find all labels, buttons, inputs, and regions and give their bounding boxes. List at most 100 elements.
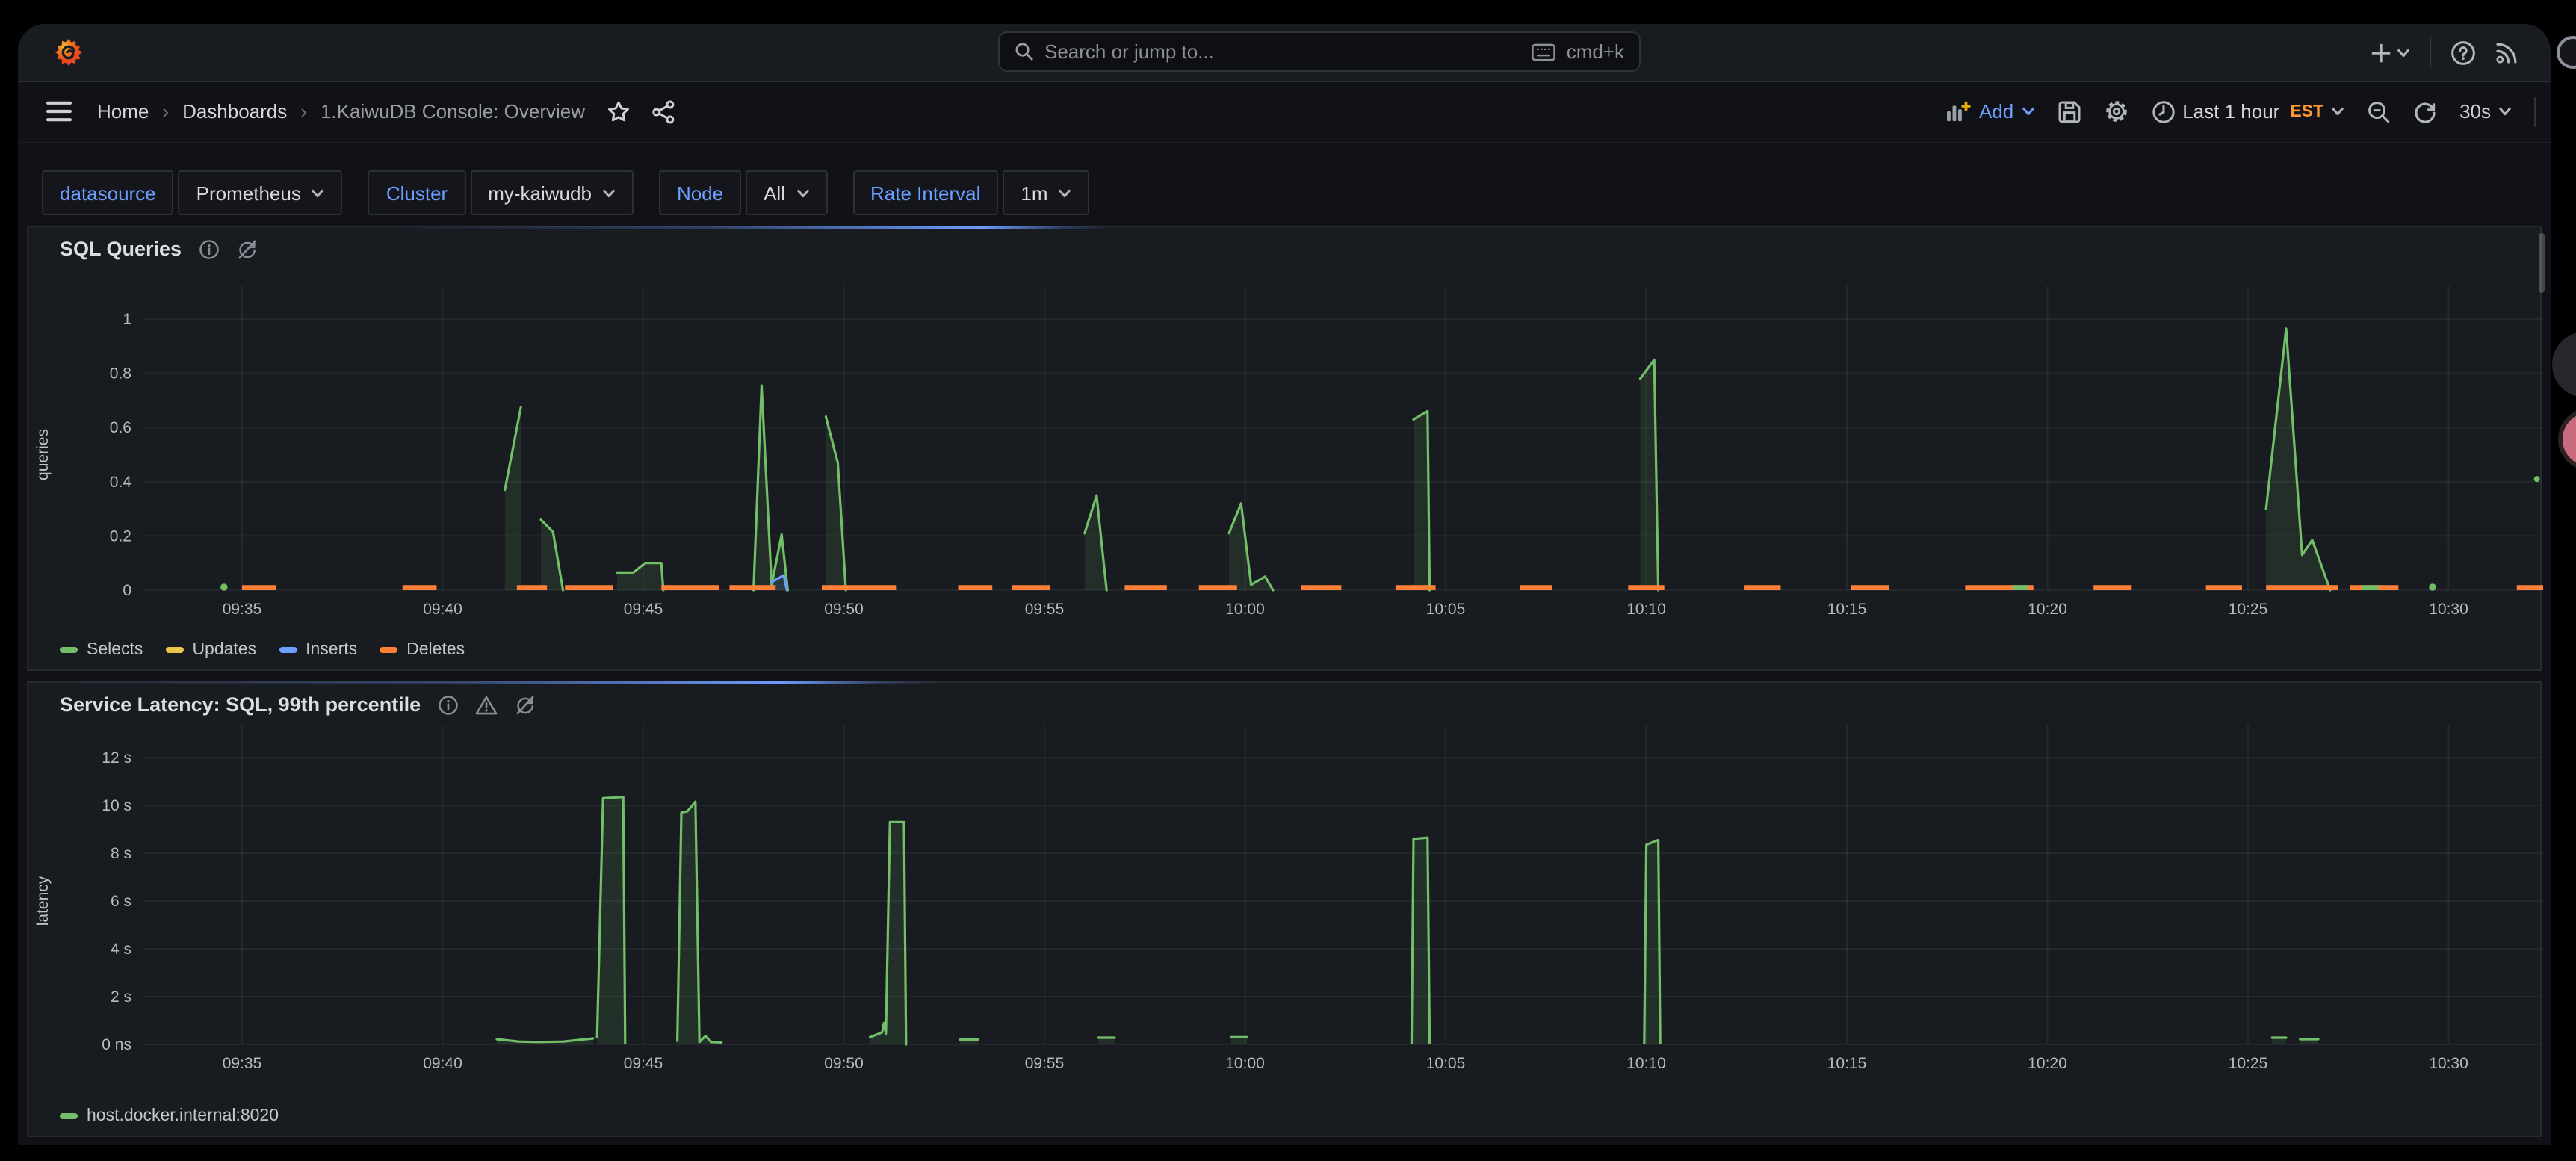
breadcrumb-home[interactable]: Home <box>97 100 149 123</box>
variable-cluster: Cluster my-kaiwudb <box>368 170 634 215</box>
x-tick-label: 10:10 <box>1626 1055 1666 1072</box>
x-tick-label: 09:35 <box>223 601 262 618</box>
hamburger-icon <box>46 101 72 122</box>
legend-color-pill <box>380 647 398 653</box>
time-range-picker[interactable]: Last 1 hour EST <box>2151 99 2344 123</box>
legend-color-pill <box>279 647 297 653</box>
legend-label: Selects <box>87 641 143 659</box>
grafana-logo-icon[interactable] <box>54 37 84 67</box>
warning-triangle-icon[interactable] <box>474 694 497 715</box>
legend-label: Updates <box>192 641 257 659</box>
x-tick-label: 10:30 <box>2429 601 2468 618</box>
series-point <box>220 583 228 591</box>
page-scrollbar-thumb[interactable] <box>2539 233 2545 293</box>
chevron-down-icon <box>2397 48 2409 57</box>
y-tick-label: 2 s <box>111 988 131 1006</box>
floating-button-cutoff[interactable] <box>2552 332 2576 397</box>
legend-color-pill <box>60 647 78 653</box>
variable-node: Node All <box>658 170 827 215</box>
series-point <box>2533 476 2540 483</box>
favorite-dashboard-button[interactable] <box>606 99 630 123</box>
refresh-off-icon[interactable] <box>235 238 258 259</box>
x-tick-label: 10:25 <box>2229 1055 2268 1072</box>
y-axis-label: queries <box>34 429 52 480</box>
x-tick-label: 10:25 <box>2229 601 2268 618</box>
y-tick-label: 12 s <box>102 749 131 767</box>
y-tick-label: 0 <box>123 582 131 599</box>
y-tick-label: 0.8 <box>110 365 131 383</box>
service-latency-chart[interactable]: 0 ns 2 s 4 s 6 s 8 s 10 s 12 s 09:35 09:40 09:45 0… <box>28 683 2543 1139</box>
sql-queries-chart[interactable]: 0 0.2 0.4 0.6 0.8 1 09:35 09:40 09:45 09:50 09:55 1… <box>28 227 2543 672</box>
dashboard-actions: Add Last 1 hour EST 30s <box>1946 96 2536 126</box>
variable-value-dropdown[interactable]: 1m <box>1003 170 1090 215</box>
x-tick-label: 10:00 <box>1225 601 1265 618</box>
new-button[interactable] <box>2370 41 2410 64</box>
search-input[interactable]: Search or jump to... cmd+k <box>998 31 1641 72</box>
news-rss-button[interactable] <box>2495 40 2519 64</box>
variable-label: Cluster <box>386 182 448 204</box>
variable-value-dropdown[interactable]: my-kaiwudb <box>470 170 634 215</box>
legend-color-pill <box>165 647 184 653</box>
breadcrumb-separator: › <box>162 100 170 123</box>
panel-legend: host.docker.internal:8020 <box>60 1107 279 1125</box>
topbar-right-actions <box>2370 24 2519 81</box>
panel-header[interactable]: Service Latency: SQL, 99th percentile <box>60 693 536 716</box>
search-placeholder: Search or jump to... <box>1044 40 1214 63</box>
dashboard-settings-button[interactable] <box>2103 99 2128 124</box>
floating-pink-button-cutoff[interactable] <box>2558 408 2576 471</box>
breadcrumb-dashboards[interactable]: Dashboards <box>182 100 287 123</box>
legend-item[interactable]: Selects <box>60 641 143 659</box>
share-dashboard-button[interactable] <box>651 99 675 123</box>
x-tick-label: 09:55 <box>1025 601 1065 618</box>
dashboard-header-row: Home › Dashboards › 1.KaiwuDB Console: O… <box>18 81 2551 143</box>
info-circle-icon[interactable] <box>437 694 458 715</box>
x-tick-label: 10:00 <box>1225 1055 1265 1072</box>
zoom-out-time-button[interactable] <box>2367 99 2391 123</box>
keyboard-icon <box>1532 43 1556 61</box>
x-tick-label: 09:55 <box>1025 1055 1065 1072</box>
help-button[interactable] <box>2450 40 2476 65</box>
refresh-off-icon[interactable] <box>513 694 536 715</box>
breadcrumb-separator: › <box>300 100 307 123</box>
info-circle-icon[interactable] <box>198 238 219 259</box>
user-avatar-cutoff[interactable] <box>2557 36 2576 69</box>
panel-header[interactable]: SQL Queries <box>60 238 258 260</box>
top-nav-bar: Search or jump to... cmd+k <box>18 24 2551 82</box>
series-area <box>504 407 521 590</box>
legend-item[interactable]: Updates <box>165 641 256 659</box>
clock-icon <box>2152 100 2174 123</box>
variable-value-dropdown[interactable]: All <box>746 170 827 215</box>
topbar-divider <box>2430 37 2431 67</box>
series-area <box>826 416 846 590</box>
x-tick-label: 09:40 <box>423 1055 462 1072</box>
variable-value-dropdown[interactable]: Prometheus <box>178 170 343 215</box>
x-tick-label: 10:15 <box>1827 601 1867 618</box>
panel-title: SQL Queries <box>60 238 182 260</box>
save-dashboard-button[interactable] <box>2057 99 2081 123</box>
y-tick-label: 0.2 <box>110 527 131 545</box>
x-tick-label: 10:05 <box>1426 601 1466 618</box>
series-point <box>2429 583 2436 591</box>
y-tick-label: 1 <box>123 311 131 328</box>
screenshot-stage: Search or jump to... cmd+k Home › Dashbo… <box>0 0 2576 1161</box>
chevron-down-icon <box>796 188 808 197</box>
legend-item[interactable]: Deletes <box>380 641 465 659</box>
x-tick-label: 10:20 <box>2028 1055 2067 1072</box>
add-panel-button[interactable]: Add <box>1946 100 2034 123</box>
chevron-down-icon <box>312 188 324 197</box>
legend-item[interactable]: host.docker.internal:8020 <box>60 1107 279 1125</box>
refresh-interval-picker[interactable]: 30s <box>2459 100 2512 123</box>
panel-legend: Selects Updates Inserts Deletes <box>60 641 465 659</box>
timezone-label: EST <box>2290 102 2324 120</box>
y-tick-label: 10 s <box>102 797 131 814</box>
chevron-down-icon <box>1059 188 1071 197</box>
menu-toggle-button[interactable] <box>46 100 72 123</box>
y-tick-label: 0.4 <box>110 474 132 491</box>
x-tick-label: 09:40 <box>423 601 462 618</box>
variable-rate-interval: Rate Interval 1m <box>852 170 1090 215</box>
refresh-dashboard-button[interactable] <box>2413 99 2437 123</box>
y-tick-label: 4 s <box>111 941 131 958</box>
legend-item[interactable]: Inserts <box>279 641 357 659</box>
panel-service-latency: Service Latency: SQL, 99th percentile 0 … <box>27 681 2542 1137</box>
chevron-down-icon <box>2499 107 2511 116</box>
